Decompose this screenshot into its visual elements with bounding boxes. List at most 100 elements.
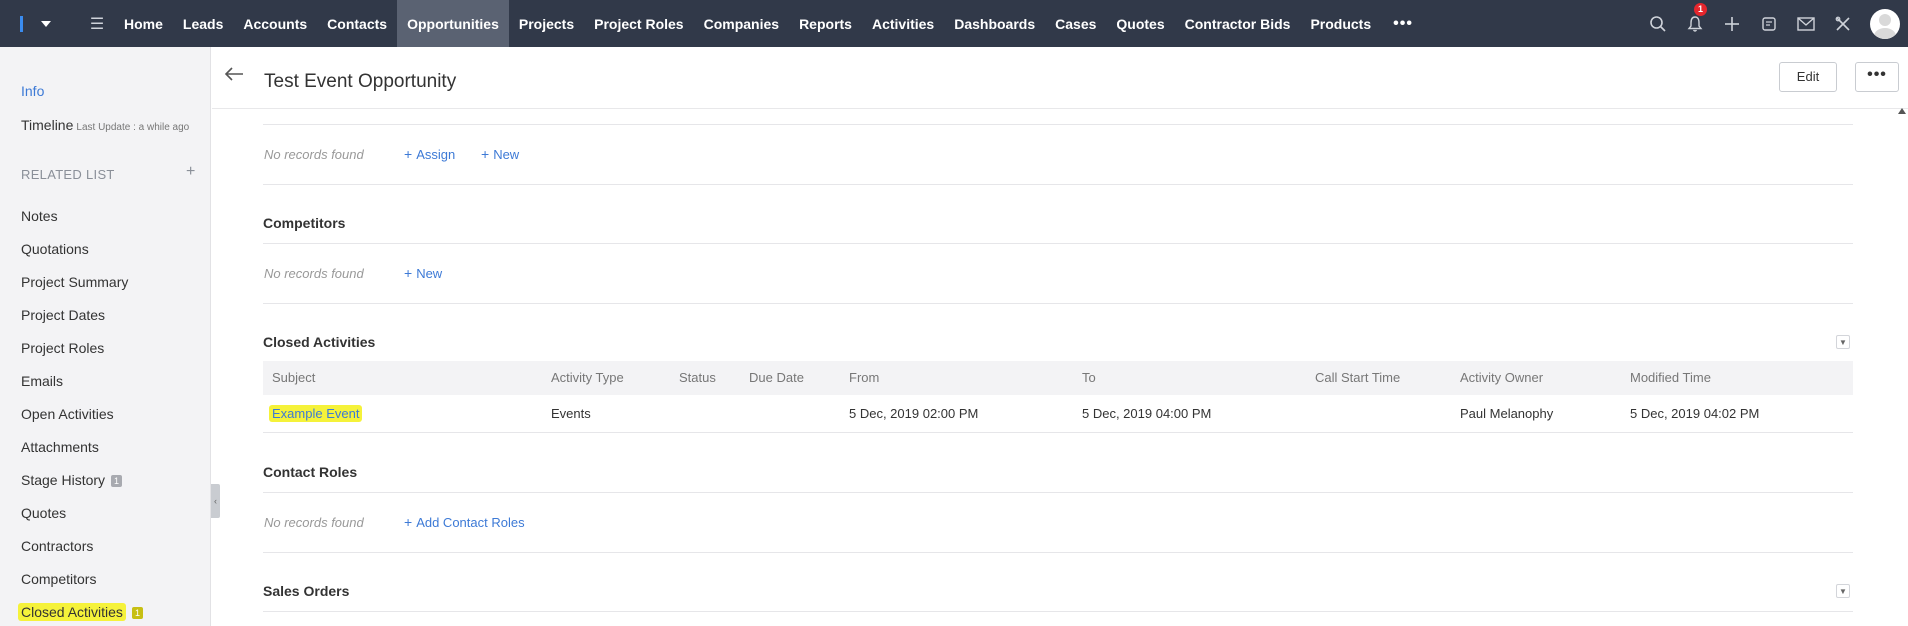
- table-cell: 5 Dec, 2019 04:00 PM: [1082, 406, 1212, 421]
- chevron-down-icon[interactable]: ▼: [1836, 335, 1850, 349]
- sidebar-timeline-link[interactable]: Timeline Last Update : a while ago: [21, 117, 189, 133]
- nav-more-button[interactable]: •••: [1381, 15, 1425, 33]
- sidebar-item-emails[interactable]: Emails: [21, 365, 143, 398]
- column-header-activity-owner[interactable]: Activity Owner: [1460, 361, 1543, 395]
- nav-tab-projects[interactable]: Projects: [509, 0, 584, 47]
- column-header-status[interactable]: Status: [679, 361, 716, 395]
- nav-tab-products[interactable]: Products: [1300, 0, 1381, 47]
- section-divider: [263, 243, 1853, 244]
- add-contact-roles-label: Add Contact Roles: [416, 515, 525, 530]
- new-label: New: [416, 266, 443, 281]
- sidebar-item-label: Open Activities: [21, 406, 114, 422]
- sidebar-item-quotes[interactable]: Quotes: [21, 497, 143, 530]
- timeline-last-update: Last Update : a while ago: [76, 122, 190, 133]
- sidebar-item-open-activities[interactable]: Open Activities: [21, 398, 143, 431]
- nav-tab-leads[interactable]: Leads: [173, 0, 233, 47]
- sidebar-item-count-badge: 1: [131, 607, 143, 620]
- nav-tab-activities[interactable]: Activities: [862, 0, 944, 47]
- table-cell: 5 Dec, 2019 04:02 PM: [1630, 406, 1760, 421]
- table-cell: 5 Dec, 2019 02:00 PM: [849, 406, 979, 421]
- column-header-due-date[interactable]: Due Date: [749, 361, 804, 395]
- competitors-new-link[interactable]: + New: [404, 265, 442, 281]
- nav-tab-companies[interactable]: Companies: [694, 0, 789, 47]
- nav-tabs: Home Leads Accounts Contacts Opportunities Pr…: [114, 0, 1381, 47]
- sidebar-item-project-summary[interactable]: Project Summary: [21, 266, 143, 299]
- sidebar-item-stage-history[interactable]: Stage History 1: [21, 464, 143, 497]
- section-divider: [263, 124, 1853, 125]
- calendar-icon[interactable]: [1750, 0, 1787, 47]
- nav-tab-contractor-bids[interactable]: Contractor Bids: [1175, 0, 1301, 47]
- nav-tab-opportunities[interactable]: Opportunities: [397, 0, 509, 47]
- nav-tab-reports[interactable]: Reports: [789, 0, 862, 47]
- nav-tab-project-roles[interactable]: Project Roles: [584, 0, 693, 47]
- nav-tab-home[interactable]: Home: [114, 0, 173, 47]
- column-header-from[interactable]: From: [849, 361, 879, 395]
- notifications-bell-icon[interactable]: 1: [1676, 0, 1713, 47]
- sidebar-item-label: Stage History: [21, 472, 106, 488]
- chevron-down-icon[interactable]: ▼: [1836, 584, 1850, 598]
- sidebar-item-label: Contractors: [21, 538, 94, 554]
- nav-tab-dashboards[interactable]: Dashboards: [944, 0, 1045, 47]
- closed-activities-table: Subject Activity Type Status Due Date From To…: [263, 361, 1853, 433]
- table-cell: Paul Melanophy: [1460, 406, 1554, 421]
- sidebar-item-label: Attachments: [21, 439, 99, 455]
- sidebar-info-link[interactable]: Info: [21, 83, 44, 99]
- related-list-items: Notes Quotations Project Summary Project Da…: [18, 200, 143, 626]
- related-list-heading: RELATED LIST: [21, 167, 115, 182]
- nav-tab-accounts[interactable]: Accounts: [233, 0, 317, 47]
- sidebar-item-label: Project Summary: [21, 274, 129, 290]
- column-header-activity-type[interactable]: Activity Type: [551, 361, 624, 395]
- edit-button[interactable]: Edit: [1779, 62, 1837, 92]
- no-records-text: No records found: [264, 147, 364, 162]
- assign-link[interactable]: + Assign: [404, 146, 455, 162]
- add-related-list-icon[interactable]: +: [186, 163, 195, 181]
- left-sidebar: Info Timeline Last Update : a while ago R…: [0, 47, 211, 626]
- nav-tab-quotes[interactable]: Quotes: [1106, 0, 1174, 47]
- sidebar-item-quotations[interactable]: Quotations: [21, 233, 143, 266]
- record-header: Test Event Opportunity Edit •••: [212, 47, 1908, 109]
- sidebar-item-label: Project Roles: [21, 340, 105, 356]
- sidebar-item-label: Closed Activities: [18, 603, 126, 621]
- sidebar-item-notes[interactable]: Notes: [21, 200, 143, 233]
- mail-icon[interactable]: [1787, 0, 1824, 47]
- sidebar-item-label: Emails: [21, 373, 64, 389]
- sidebar-item-project-dates[interactable]: Project Dates: [21, 299, 143, 332]
- new-label: New: [493, 147, 520, 162]
- column-header-to[interactable]: To: [1082, 361, 1096, 395]
- table-cell[interactable]: Example Event: [269, 395, 363, 433]
- add-contact-roles-link[interactable]: + Add Contact Roles: [404, 514, 525, 530]
- sidebar-item-closed-activities[interactable]: Closed Activities 1: [18, 596, 143, 626]
- search-icon[interactable]: [1639, 0, 1676, 47]
- caret-down-icon: [41, 20, 51, 27]
- nav-tab-cases[interactable]: Cases: [1045, 0, 1106, 47]
- section-divider: [263, 303, 1853, 304]
- sidebar-item-label: Project Dates: [21, 307, 106, 323]
- sales-orders-title: Sales Orders: [263, 583, 350, 599]
- nav-tab-contacts[interactable]: Contacts: [317, 0, 397, 47]
- column-header-modified-time[interactable]: Modified Time: [1630, 361, 1711, 395]
- new-link[interactable]: + New: [481, 146, 519, 162]
- scroll-up-arrow[interactable]: [1898, 108, 1906, 114]
- table-row[interactable]: Example Event Events 5 Dec, 2019 02:00 PM 5…: [263, 395, 1853, 433]
- sidebar-item-competitors[interactable]: Competitors: [21, 563, 143, 596]
- setup-tools-icon[interactable]: [1824, 0, 1861, 47]
- sidebar-collapse-handle[interactable]: ‹: [211, 484, 220, 518]
- closed-activities-title: Closed Activities: [263, 334, 376, 350]
- app-switcher[interactable]: [0, 0, 80, 47]
- sidebar-item-attachments[interactable]: Attachments: [21, 431, 143, 464]
- sidebar-item-contractors[interactable]: Contractors: [21, 530, 143, 563]
- sidebar-item-project-roles[interactable]: Project Roles: [21, 332, 143, 365]
- user-avatar[interactable]: [1870, 8, 1900, 39]
- section-divider: [263, 552, 1853, 553]
- add-icon[interactable]: [1713, 0, 1750, 47]
- menu-icon[interactable]: ☰: [80, 0, 114, 47]
- timeline-label: Timeline: [21, 117, 74, 133]
- back-arrow-icon[interactable]: [224, 62, 244, 88]
- activity-subject-link[interactable]: Example Event: [269, 405, 363, 422]
- column-header-call-start-time[interactable]: Call Start Time: [1315, 361, 1400, 395]
- table-header: Subject Activity Type Status Due Date From To…: [263, 361, 1853, 395]
- section-divider: [263, 611, 1853, 612]
- column-header-subject[interactable]: Subject: [272, 361, 315, 395]
- section-divider: [263, 184, 1853, 185]
- more-actions-button[interactable]: •••: [1855, 62, 1899, 92]
